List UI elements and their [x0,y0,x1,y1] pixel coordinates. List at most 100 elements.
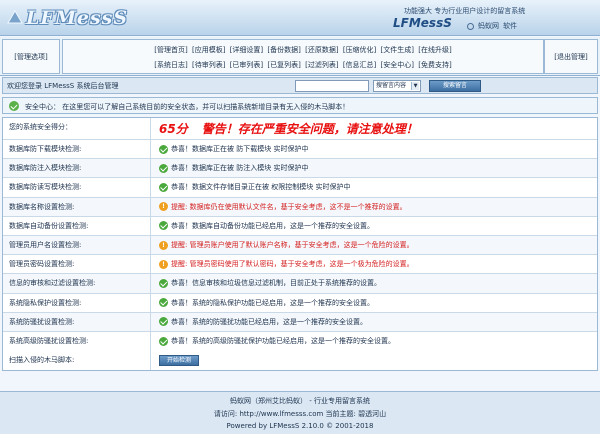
check-ok-icon [159,221,168,231]
check-ok-icon [159,336,168,346]
check-result: ! 提醒: 管理员密码使用了默认密码，基于安全考虑，这是一个极为危险的设置。 [151,255,597,273]
check-result-text: 提醒: 管理员密码使用了默认密码，基于安全考虑，这是一个极为危险的设置。 [171,260,414,269]
check-ok-icon [159,298,168,308]
security-warning: 警告！存在严重安全问题，请注意处理！ [201,121,418,136]
table-row: 数据库名称设置检测:! 提醒: 数据库仍在使用默认文件名，基于安全考虑，这不是一个… [3,197,597,217]
nav-menu: [管理首页] [应用模板] [详细设置] [备份数据] [还原数据] [压缩优化… [62,39,544,74]
nav-backup-data[interactable]: [备份数据] [267,46,300,54]
table-row: 数据库自动备份设置检测: 恭喜！数据库自动备份功能已经启用，这是一个推荐的安全设置… [3,216,597,236]
table-row: 信息的审核和过滤设置检测: 恭喜！信息审核和垃圾信息过滤机制，目前正处于系统推荐的… [3,274,597,294]
search-scope-value: 搜留言内容 [376,82,407,89]
nav-admin-home[interactable]: [管理首页] [154,46,187,54]
check-result-text: 恭喜！数据库自动备份功能已经启用，这是一个推荐的安全设置。 [171,221,374,230]
check-label: 管理员用户名设置检测: [3,235,151,255]
check-result-text: 提醒: 管理员账户使用了默认账户名称，基于安全考虑，这是一个危险的设置。 [171,241,414,250]
nav-online-upgrade[interactable]: [在线升级] [418,46,451,54]
score-cell: 65分 警告！存在严重安全问题，请注意处理！ [151,118,597,139]
check-result: 恭喜！系统的高级防骚扰保护功能已经启用，这是一个推荐的安全设置。 [151,332,597,351]
top-link-software[interactable]: 软件 [503,21,517,31]
scan-row: 扫描入侵的木马脚本: 开始检测 [3,351,597,371]
search-input[interactable] [295,80,369,92]
nav-free-support[interactable]: [免费支持] [418,61,451,69]
scan-label: 扫描入侵的木马脚本: [3,351,151,371]
check-label: 数据库防读写模块检测: [3,178,151,197]
check-result-text: 提醒: 数据库仍在使用默认文件名，基于安全考虑，这不是一个推荐的设置。 [171,202,407,211]
check-ok-icon [159,182,168,192]
gear-icon [467,22,474,30]
check-result-text: 恭喜！数据文件存储目录正在被 权限控制模块 实时保护中 [171,183,351,192]
nav-security-center[interactable]: [安全中心] [381,61,414,69]
check-label: 数据库防下载模块检测: [3,140,151,159]
check-result-text: 恭喜！系统的隐私保护功能已经启用，这是一个推荐的安全设置。 [171,298,374,307]
check-ok-icon [159,278,168,288]
top-link-home[interactable]: 蚂蚁网 [478,21,499,31]
nav-info-summary[interactable]: [信息汇总] [343,61,376,69]
check-result: 恭喜！数据库自动备份功能已经启用，这是一个推荐的安全设置。 [151,217,597,235]
table-row: 数据库防注入模块检测: 恭喜！数据库正在被 防注入模块 实时保护中 [3,159,597,179]
check-result: 恭喜！系统的隐私保护功能已经启用，这是一个推荐的安全设置。 [151,294,597,312]
top-links: 蚂蚁网 软件 [467,21,517,31]
nav-row-2: [系统日志] [待审列表] [已审列表] [已复列表] [过滤列表] [信息汇总… [63,60,543,70]
warning-icon: ! [159,240,168,250]
nav-system-log[interactable]: [系统日志] [154,61,187,69]
nav-bar: [管理选项] [管理首页] [应用模板] [详细设置] [备份数据] [还原数据… [0,37,600,76]
security-score: 65分 [159,121,188,136]
check-label: 数据库自动备份设置检测: [3,216,151,235]
check-result: 恭喜！数据库正在被 防注入模块 实时保护中 [151,159,597,177]
check-result-text: 恭喜！数据库正在被 防注入模块 实时保护中 [171,164,309,173]
nav-detail-settings[interactable]: [详细设置] [230,46,263,54]
check-result-text: 恭喜！系统的高级防骚扰保护功能已经启用，这是一个推荐的安全设置。 [171,337,395,346]
check-ok-icon [159,163,168,173]
app-header: LFMessS 功能强大 专为行业用户设计的留言系统 LFMessS 蚂蚁网 软… [0,0,600,36]
table-row: 系统隐私保护设置检测: 恭喜！系统的隐私保护功能已经启用，这是一个推荐的安全设置。 [3,293,597,313]
search-scope-select[interactable]: 搜留言内容 ▼ [373,80,421,92]
footer-line-3: Powered by LFMessS 2.10.0 © 2001-2018 [226,422,374,430]
check-result-text: 恭喜！信息审核和垃圾信息过滤机制，目前正处于系统推荐的设置。 [171,279,381,288]
nav-replied-list[interactable]: [已复列表] [267,61,300,69]
check-label: 系统防骚扰设置检测: [3,312,151,331]
warning-icon: ! [159,202,168,212]
nav-approved-list[interactable]: [已审列表] [230,61,263,69]
nav-row-1: [管理首页] [应用模板] [详细设置] [备份数据] [还原数据] [压缩优化… [63,45,543,55]
check-label: 数据库名称设置检测: [3,197,151,216]
score-label: 您的系统安全得分： [3,118,151,139]
app-brand: LFMessS [393,16,452,30]
table-row: 系统高级防骚扰设置检测: 恭喜！系统的高级防骚扰保护功能已经启用，这是一个推荐的安… [3,331,597,352]
nav-compress[interactable]: [压缩优化] [343,46,376,54]
shield-check-icon [9,101,19,111]
nav-generate-files[interactable]: [文件生成] [381,46,414,54]
check-result: 恭喜！信息审核和垃圾信息过滤机制，目前正处于系统推荐的设置。 [151,274,597,292]
check-result: 恭喜！数据文件存储目录正在被 权限控制模块 实时保护中 [151,178,597,196]
nav-pending-list[interactable]: [待审列表] [192,61,225,69]
logo-mark-icon [7,10,23,24]
check-result-text: 恭喜！数据库正在被 防下载模块 实时保护中 [171,145,309,154]
check-label: 数据库防注入模块检测: [3,159,151,178]
chevron-down-icon: ▼ [411,82,419,90]
manage-options-button[interactable]: [管理选项] [2,39,60,74]
table-row: 数据库防下载模块检测: 恭喜！数据库正在被 防下载模块 实时保护中 [3,140,597,160]
check-result: ! 提醒: 数据库仍在使用默认文件名，基于安全考虑，这不是一个推荐的设置。 [151,198,597,216]
nav-apply-template[interactable]: [应用模板] [192,46,225,54]
app-logo: LFMessS [26,7,129,29]
nav-restore-data[interactable]: [还原数据] [305,46,338,54]
footer-line-2: 请访问: http://www.lfmesss.com 当前主题: 碧透河山 [213,410,387,418]
check-label: 管理员密码设置检测: [3,255,151,274]
scan-cell: 开始检测 [151,351,597,370]
table-row: 数据库防读写模块检测: 恭喜！数据文件存储目录正在被 权限控制模块 实时保护中 [3,178,597,198]
check-label: 信息的审核和过滤设置检测: [3,274,151,293]
check-label: 系统隐私保护设置检测: [3,293,151,312]
check-result: 恭喜！系统的防骚扰功能已经启用，这是一个推荐的安全设置。 [151,313,597,331]
security-center-text: 安全中心： 在这里您可以了解自己系统目前的安全状态，并可以扫描系统新增目录有无入… [25,103,350,111]
warning-icon: ! [159,259,168,269]
page-footer: 蚂蚁网（郑州艾比蚂蚁） - 行业专用留言系统 请访问: http://www.l… [0,391,600,434]
app-slogan: 功能强大 专为行业用户设计的留言系统 [404,7,526,15]
welcome-bar: 欢迎您登录 LFMessS 系统后台管理 搜留言内容 ▼ 搜索留言 [2,77,598,94]
table-row: 管理员密码设置检测:! 提醒: 管理员密码使用了默认密码，基于安全考虑，这是一个极… [3,255,597,275]
start-scan-button[interactable]: 开始检测 [159,355,199,367]
logout-button[interactable]: [退出管理] [544,39,598,74]
search-button[interactable]: 搜索留言 [429,80,481,92]
security-check-table: 您的系统安全得分： 65分 警告！存在严重安全问题，请注意处理！ 数据库防下载模… [2,117,598,372]
check-result: 恭喜！数据库正在被 防下载模块 实时保护中 [151,140,597,158]
nav-filter-list[interactable]: [过滤列表] [305,61,338,69]
check-label: 系统高级防骚扰设置检测: [3,331,151,352]
